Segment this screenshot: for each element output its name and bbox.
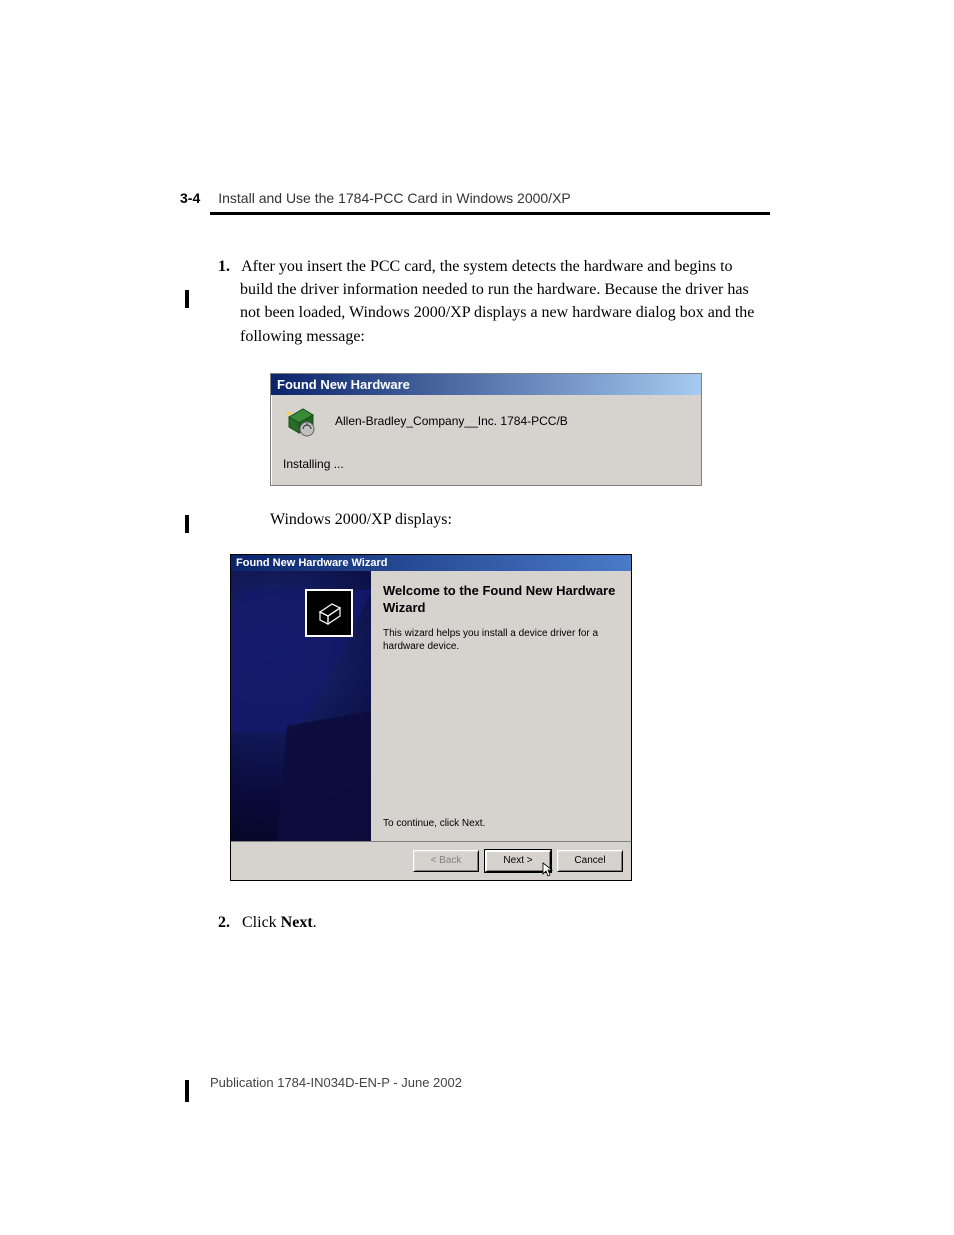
step-1: 1. After you insert the PCC card, the sy… xyxy=(240,255,760,348)
hardware-icon xyxy=(281,403,317,439)
header-divider xyxy=(210,212,770,215)
step-2-bold: Next xyxy=(281,914,313,931)
dialog2-titlebar: Found New Hardware Wizard xyxy=(231,555,631,571)
revision-bar xyxy=(185,290,189,308)
wizard-sidebar-graphic xyxy=(231,571,371,841)
mid-text: Windows 2000/XP displays: xyxy=(270,511,770,529)
next-button[interactable]: Next > xyxy=(485,850,551,872)
wizard-continue-text: To continue, click Next. xyxy=(383,818,619,833)
back-button: < Back xyxy=(413,850,479,872)
step-2: 2. Click Next. xyxy=(240,911,760,934)
step-2-post: . xyxy=(313,914,317,931)
page-title: Install and Use the 1784-PCC Card in Win… xyxy=(218,190,571,206)
mouse-cursor-icon xyxy=(542,862,554,881)
wizard-button-row: < Back Next > Cancel xyxy=(231,841,631,880)
found-new-hardware-wizard: Found New Hardware Wizard Welcome to the… xyxy=(230,554,632,881)
step-2-pre: Click xyxy=(242,914,281,931)
wizard-icon xyxy=(305,589,353,637)
cancel-button[interactable]: Cancel xyxy=(557,850,623,872)
revision-bar xyxy=(185,1080,189,1102)
step-1-number: 1. xyxy=(218,255,238,278)
dialog1-status: Installing ... xyxy=(283,457,691,471)
page-number: 3-4 xyxy=(180,190,200,206)
step-2-number: 2. xyxy=(218,911,238,934)
revision-bar xyxy=(185,515,189,533)
next-button-label: Next > xyxy=(503,855,532,866)
step-1-text: After you insert the PCC card, the syste… xyxy=(240,258,754,345)
found-new-hardware-dialog: Found New Hardware Allen-Bradley_Company… xyxy=(270,373,702,486)
dialog1-device-name: Allen-Bradley_Company__Inc. 1784-PCC/B xyxy=(335,414,568,428)
wizard-description: This wizard helps you install a device d… xyxy=(383,627,619,653)
publication-footer: Publication 1784-IN034D-EN-P - June 2002 xyxy=(210,1075,462,1090)
dialog1-titlebar: Found New Hardware xyxy=(271,374,701,395)
page-header: 3-4 Install and Use the 1784-PCC Card in… xyxy=(180,190,760,206)
wizard-heading: Welcome to the Found New Hardware Wizard xyxy=(383,583,619,617)
